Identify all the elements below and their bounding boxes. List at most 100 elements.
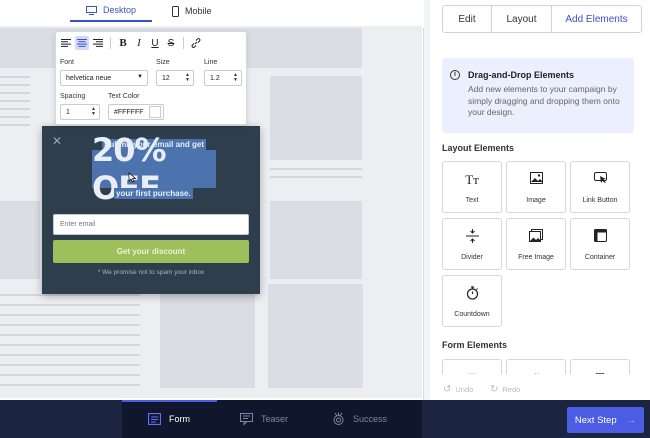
form-element-card[interactable]: ▤: [442, 359, 502, 374]
form-element-card[interactable]: #: [506, 359, 566, 374]
stepper-arrows-icon: ▲ ▼: [233, 72, 238, 83]
hash-icon: #: [533, 370, 539, 374]
bold-icon[interactable]: B: [116, 36, 130, 50]
element-text[interactable]: Tт Text: [442, 161, 502, 213]
element-label: Image: [526, 197, 546, 204]
tab-desktop-label: Desktop: [102, 5, 137, 15]
text-color-value: #FFFFFF: [114, 108, 144, 116]
element-label: Text: [465, 197, 479, 204]
close-icon[interactable]: ✕: [52, 134, 62, 148]
info-icon: i: [450, 70, 460, 80]
element-label: Link Button: [582, 197, 618, 204]
campaign-popup: ✕ Submit your email and get 20% OFF your…: [42, 126, 260, 294]
tab-add-elements[interactable]: Add Elements: [552, 5, 642, 33]
tab-desktop[interactable]: Desktop: [70, 0, 152, 22]
step-success[interactable]: Success: [332, 400, 387, 438]
element-link-button[interactable]: Link Button: [570, 161, 630, 213]
elements-panel: Edit Layout Add Elements i Drag-and-Drop…: [430, 0, 650, 400]
step-teaser-label: Teaser: [261, 414, 289, 424]
text-icon: Tт: [465, 172, 479, 187]
popup-line3[interactable]: your first purchase.: [114, 188, 193, 199]
line-value: 1.2: [210, 74, 220, 82]
tab-layout[interactable]: Layout: [492, 5, 552, 33]
spam-disclaimer: * We promise not to spam your inbox: [97, 269, 205, 276]
font-label: Font: [60, 59, 75, 66]
align-left-icon[interactable]: [59, 36, 73, 50]
element-container[interactable]: Container: [570, 218, 630, 270]
layout-elements-title: Layout Elements: [442, 143, 515, 153]
success-badge-icon: [333, 412, 344, 425]
text-color-label: Text Color: [108, 93, 140, 100]
device-tabs: Desktop Mobile: [0, 0, 424, 28]
line-stepper[interactable]: 1.2 ▲ ▼: [204, 70, 242, 86]
step-form[interactable]: Form: [148, 400, 190, 438]
element-countdown[interactable]: Countdown: [442, 275, 502, 327]
redo-label: Redo: [502, 385, 521, 394]
undo-icon: ↺: [443, 384, 452, 395]
undo-button[interactable]: ↺ Undo: [443, 384, 473, 395]
stepper-arrows-icon: ▲ ▼: [91, 106, 96, 117]
italic-icon[interactable]: I: [132, 36, 146, 50]
link-icon[interactable]: [189, 36, 203, 50]
next-step-label: Next Step: [574, 414, 617, 426]
text-color-field[interactable]: #FFFFFF: [108, 104, 164, 120]
element-label: Countdown: [454, 311, 490, 318]
arrow-right-icon: →: [626, 414, 637, 426]
free-image-icon: [529, 229, 543, 245]
wireframe-block: [268, 284, 363, 388]
element-free-image[interactable]: Free Image: [506, 218, 566, 270]
text-format-toolbar: B I U S Font helvetica neue ▼ Size 12 ▲ ▼…: [55, 31, 247, 125]
link-button-icon: [593, 172, 607, 188]
form-element-card[interactable]: ☑: [570, 359, 630, 374]
element-label: Container: [584, 254, 616, 261]
form-elements-title: Form Elements: [442, 340, 508, 350]
teaser-icon: [240, 412, 253, 426]
redo-button[interactable]: ↻ Redo: [490, 384, 520, 395]
phone-icon: [172, 5, 179, 17]
redo-icon: ↻: [490, 384, 499, 395]
preview-pane: Desktop Mobile B I U S Font helvetica ne…: [0, 0, 424, 400]
step-form-label: Form: [169, 414, 190, 424]
element-label: Divider: [461, 254, 483, 261]
strikethrough-icon[interactable]: S: [164, 36, 178, 50]
form-field-icon: ▤: [467, 370, 477, 374]
next-step-button[interactable]: Next Step →: [567, 407, 644, 433]
font-select[interactable]: helvetica neue ▼: [60, 70, 148, 86]
monitor-icon: [85, 5, 97, 15]
stopwatch-icon: [466, 286, 479, 302]
underline-icon[interactable]: U: [148, 36, 162, 50]
spacing-stepper[interactable]: 1 ▲ ▼: [60, 104, 100, 120]
spacing-value: 1: [66, 108, 70, 116]
undo-label: Undo: [455, 385, 474, 394]
line-label: Line: [204, 59, 218, 66]
size-stepper[interactable]: 12 ▲ ▼: [156, 70, 194, 86]
info-title: Drag-and-Drop Elements: [468, 70, 575, 80]
tab-mobile[interactable]: Mobile: [172, 0, 242, 22]
editor-app: Desktop Mobile B I U S Font helvetica ne…: [0, 0, 650, 438]
wireframe-block: [0, 201, 40, 279]
wireframe-block: [160, 288, 255, 388]
get-discount-button[interactable]: Get your discount: [53, 240, 249, 263]
step-navigation-bar: Form Teaser Success Next Step →: [0, 400, 650, 438]
info-description: Add new elements to your campaign by sim…: [468, 84, 620, 117]
text-cursor-icon: [128, 172, 137, 183]
image-icon: [529, 172, 543, 188]
step-tabs: Form Teaser Success: [122, 400, 422, 438]
wireframe-image: [270, 76, 362, 160]
size-label: Size: [156, 59, 170, 66]
align-right-icon[interactable]: [91, 36, 105, 50]
step-success-label: Success: [353, 414, 388, 424]
element-image[interactable]: Image: [506, 161, 566, 213]
container-icon: [593, 229, 607, 245]
elements-scroll-area[interactable]: i Drag-and-Drop Elements Add new element…: [430, 46, 650, 374]
divider-icon: [465, 229, 479, 245]
info-callout: i Drag-and-Drop Elements Add new element…: [442, 58, 634, 133]
color-swatch[interactable]: [149, 106, 161, 118]
email-field[interactable]: Enter email: [53, 214, 249, 235]
element-divider[interactable]: Divider: [442, 218, 502, 270]
align-center-icon[interactable]: [75, 36, 89, 50]
checkbox-icon: ☑: [595, 370, 605, 374]
tab-edit[interactable]: Edit: [442, 5, 492, 33]
step-teaser[interactable]: Teaser: [240, 400, 288, 438]
popup-headline[interactable]: 20% OFF: [92, 131, 216, 207]
